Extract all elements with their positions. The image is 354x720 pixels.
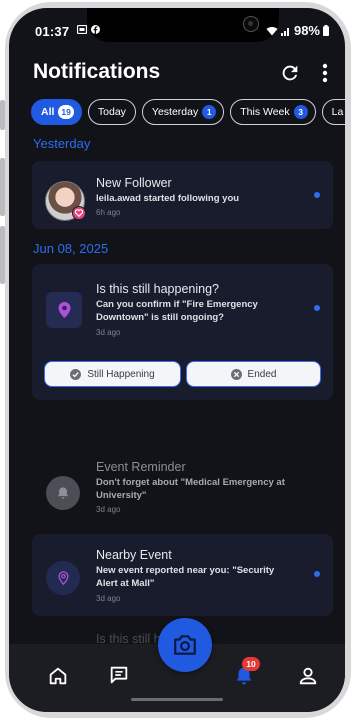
- filter-chip-all[interactable]: All 19: [31, 99, 82, 125]
- chip-count-badge: 1: [202, 105, 217, 119]
- button-label: Still Happening: [87, 368, 155, 380]
- status-time: 01:37: [35, 24, 70, 39]
- facebook-icon: [91, 25, 100, 34]
- side-button: [0, 226, 5, 284]
- status-bar: 01:37 98%: [9, 8, 345, 50]
- close-icon: [230, 368, 242, 380]
- notification-title: New Follower: [96, 176, 172, 190]
- unread-indicator: [314, 305, 320, 311]
- chip-label: La: [331, 106, 344, 118]
- camera-icon: [174, 635, 196, 655]
- home-icon: [49, 667, 67, 685]
- wifi-icon: [266, 26, 278, 35]
- notification-body: leila.awad started following you: [96, 193, 240, 204]
- section-header-date: Jun 08, 2025: [33, 241, 109, 256]
- screen: 01:37 98% Notifications All 19 Today Yes…: [9, 8, 345, 712]
- heart-icon: [75, 209, 83, 217]
- chip-count-badge: 19: [58, 105, 74, 119]
- notification-title: Is this still happening?: [96, 282, 219, 296]
- profile-icon: [299, 667, 317, 685]
- notification-time: 3d ago: [96, 505, 121, 514]
- notification-title: Nearby Event: [96, 548, 172, 562]
- front-camera: [243, 16, 259, 32]
- still-happening-button[interactable]: Still Happening: [44, 361, 181, 387]
- notification-count-badge: 10: [242, 657, 260, 671]
- chip-label: Today: [97, 106, 126, 118]
- button-label: Ended: [247, 368, 277, 380]
- bell-icon: [57, 487, 69, 499]
- notification-body: Can you confirm if "Fire Emergency Downt…: [96, 299, 258, 323]
- side-button: [0, 158, 5, 216]
- sim-card-icon: [77, 25, 87, 34]
- battery-percent: 98%: [293, 23, 320, 38]
- page-title: Notifications: [33, 60, 161, 83]
- filter-chip-today[interactable]: Today: [87, 99, 136, 125]
- notification-title: Event Reminder: [96, 460, 186, 474]
- unread-indicator: [314, 192, 320, 198]
- section-header-yesterday: Yesterday: [33, 136, 91, 151]
- status-right: 98%: [266, 23, 329, 38]
- chip-label: This Week: [240, 106, 290, 118]
- more-options-button[interactable]: [318, 62, 332, 84]
- unread-indicator: [314, 571, 320, 577]
- notification-body: Don't forget about "Medical Emergency at…: [96, 477, 285, 501]
- notification-time: 6h ago: [96, 208, 121, 217]
- signal-icon: [280, 27, 289, 36]
- camera-button[interactable]: [158, 618, 212, 672]
- notification-icon: [46, 292, 82, 328]
- notification-body: New event reported near you: "Security A…: [96, 565, 275, 589]
- nav-profile[interactable]: [297, 665, 321, 689]
- status-left-icons: [77, 25, 100, 34]
- filter-chip-this-week[interactable]: This Week 3: [230, 99, 316, 125]
- refresh-button[interactable]: [279, 62, 301, 84]
- refresh-icon: [282, 65, 298, 81]
- notification-time: 3d ago: [96, 328, 121, 337]
- battery-icon: [323, 25, 329, 36]
- home-indicator: [131, 698, 223, 701]
- side-button: [0, 100, 5, 130]
- heart-badge: [72, 206, 86, 220]
- notification-time: 3d ago: [96, 594, 121, 603]
- notification-icon: [46, 561, 80, 595]
- filter-chips: All 19 Today Yesterday 1 This Week 3 La: [31, 99, 345, 125]
- chip-label: Yesterday: [151, 106, 199, 118]
- ended-button[interactable]: Ended: [186, 361, 321, 387]
- check-icon: [70, 368, 82, 380]
- more-vert-icon: [322, 63, 328, 83]
- location-pin-icon: [57, 571, 69, 585]
- notification-icon: [46, 476, 80, 510]
- chip-count-badge: 3: [293, 105, 308, 119]
- filter-chip-last[interactable]: La: [321, 99, 345, 125]
- chip-label: All: [41, 106, 55, 118]
- location-pin-icon: [58, 302, 70, 318]
- nav-home[interactable]: [47, 665, 71, 689]
- filter-chip-yesterday[interactable]: Yesterday 1: [141, 99, 225, 125]
- chat-icon: [110, 666, 128, 684]
- nav-chat[interactable]: [108, 664, 132, 688]
